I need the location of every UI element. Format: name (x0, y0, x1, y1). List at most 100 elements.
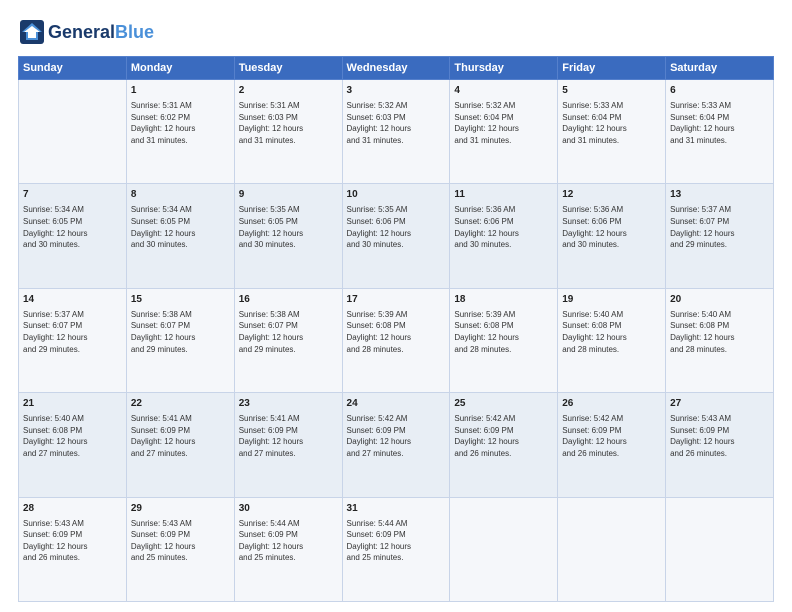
day-number: 31 (347, 502, 446, 516)
calendar-cell: 8 Sunrise: 5:34 AMSunset: 6:05 PMDaylight… (126, 184, 234, 288)
day-number: 27 (670, 397, 769, 411)
col-header-wednesday: Wednesday (342, 57, 450, 80)
day-info: Sunrise: 5:40 AMSunset: 6:08 PMDaylight:… (23, 413, 122, 459)
calendar-cell: 30 Sunrise: 5:44 AMSunset: 6:09 PMDayligh… (234, 497, 342, 601)
header-row: SundayMondayTuesdayWednesdayThursdayFrid… (19, 57, 774, 80)
header: GeneralBlue (18, 18, 774, 46)
day-info: Sunrise: 5:42 AMSunset: 6:09 PMDaylight:… (347, 413, 446, 459)
calendar-cell: 29Sunrise: 5:43 AMSunset: 6:09 PMDayligh… (126, 497, 234, 601)
week-row-5: 28 Sunrise: 5:43 AMSunset: 6:09 PMDayligh… (19, 497, 774, 601)
day-info: Sunrise: 5:34 AMSunset: 6:05 PMDaylight:… (23, 204, 122, 250)
day-number: 14 (23, 293, 122, 307)
day-info: Sunrise: 5:32 AMSunset: 6:04 PMDaylight:… (454, 100, 553, 146)
calendar-cell: 3 Sunrise: 5:32 AMSunset: 6:03 PMDaylight… (342, 80, 450, 184)
calendar-cell: 25 Sunrise: 5:42 AMSunset: 6:09 PMDayligh… (450, 393, 558, 497)
day-number: 19 (562, 293, 661, 307)
calendar-cell: 22 Sunrise: 5:41 AMSunset: 6:09 PMDayligh… (126, 393, 234, 497)
day-number: 26 (562, 397, 661, 411)
day-number: 29 (131, 502, 230, 516)
calendar-cell: 2 Sunrise: 5:31 AMSunset: 6:03 PMDaylight… (234, 80, 342, 184)
calendar-cell: 23Sunrise: 5:41 AMSunset: 6:09 PMDayligh… (234, 393, 342, 497)
calendar-cell (450, 497, 558, 601)
day-number: 8 (131, 188, 230, 202)
day-info: Sunrise: 5:43 AMSunset: 6:09 PMDaylight:… (23, 518, 122, 564)
col-header-sunday: Sunday (19, 57, 127, 80)
day-info: Sunrise: 5:37 AMSunset: 6:07 PMDaylight:… (23, 309, 122, 355)
week-row-1: 1Sunrise: 5:31 AMSunset: 6:02 PMDaylight… (19, 80, 774, 184)
day-number: 5 (562, 84, 661, 98)
day-info: Sunrise: 5:36 AMSunset: 6:06 PMDaylight:… (562, 204, 661, 250)
calendar-cell (666, 497, 774, 601)
day-number: 25 (454, 397, 553, 411)
day-info: Sunrise: 5:36 AMSunset: 6:06 PMDaylight:… (454, 204, 553, 250)
calendar-cell: 19 Sunrise: 5:40 AMSunset: 6:08 PMDayligh… (558, 288, 666, 392)
day-number: 9 (239, 188, 338, 202)
col-header-friday: Friday (558, 57, 666, 80)
day-info: Sunrise: 5:33 AMSunset: 6:04 PMDaylight:… (562, 100, 661, 146)
calendar-cell: 17 Sunrise: 5:39 AMSunset: 6:08 PMDayligh… (342, 288, 450, 392)
calendar-table: SundayMondayTuesdayWednesdayThursdayFrid… (18, 56, 774, 602)
day-number: 16 (239, 293, 338, 307)
day-number: 3 (347, 84, 446, 98)
day-info: Sunrise: 5:44 AMSunset: 6:09 PMDaylight:… (347, 518, 446, 564)
day-number: 1 (131, 84, 230, 98)
day-info: Sunrise: 5:38 AMSunset: 6:07 PMDaylight:… (239, 309, 338, 355)
calendar-cell: 18Sunrise: 5:39 AMSunset: 6:08 PMDayligh… (450, 288, 558, 392)
calendar-cell: 4 Sunrise: 5:32 AMSunset: 6:04 PMDaylight… (450, 80, 558, 184)
calendar-cell: 24 Sunrise: 5:42 AMSunset: 6:09 PMDayligh… (342, 393, 450, 497)
calendar-cell: 26Sunrise: 5:42 AMSunset: 6:09 PMDayligh… (558, 393, 666, 497)
day-info: Sunrise: 5:41 AMSunset: 6:09 PMDaylight:… (131, 413, 230, 459)
calendar-cell: 1Sunrise: 5:31 AMSunset: 6:02 PMDaylight… (126, 80, 234, 184)
logo: GeneralBlue (18, 18, 154, 46)
day-number: 30 (239, 502, 338, 516)
calendar-cell: 9 Sunrise: 5:35 AMSunset: 6:05 PMDaylight… (234, 184, 342, 288)
day-number: 24 (347, 397, 446, 411)
calendar-cell: 13 Sunrise: 5:37 AMSunset: 6:07 PMDayligh… (666, 184, 774, 288)
day-number: 7 (23, 188, 122, 202)
day-number: 6 (670, 84, 769, 98)
day-number: 12 (562, 188, 661, 202)
calendar-cell: 20 Sunrise: 5:40 AMSunset: 6:08 PMDayligh… (666, 288, 774, 392)
week-row-3: 14 Sunrise: 5:37 AMSunset: 6:07 PMDayligh… (19, 288, 774, 392)
day-number: 2 (239, 84, 338, 98)
calendar-cell (558, 497, 666, 601)
day-info: Sunrise: 5:35 AMSunset: 6:05 PMDaylight:… (239, 204, 338, 250)
col-header-thursday: Thursday (450, 57, 558, 80)
col-header-saturday: Saturday (666, 57, 774, 80)
day-number: 20 (670, 293, 769, 307)
calendar-cell: 11 Sunrise: 5:36 AMSunset: 6:06 PMDayligh… (450, 184, 558, 288)
calendar-cell: 14 Sunrise: 5:37 AMSunset: 6:07 PMDayligh… (19, 288, 127, 392)
calendar-cell: 16 Sunrise: 5:38 AMSunset: 6:07 PMDayligh… (234, 288, 342, 392)
day-number: 13 (670, 188, 769, 202)
calendar-cell: 6 Sunrise: 5:33 AMSunset: 6:04 PMDaylight… (666, 80, 774, 184)
calendar-cell: 7 Sunrise: 5:34 AMSunset: 6:05 PMDaylight… (19, 184, 127, 288)
calendar-cell: 5 Sunrise: 5:33 AMSunset: 6:04 PMDaylight… (558, 80, 666, 184)
day-number: 28 (23, 502, 122, 516)
day-info: Sunrise: 5:37 AMSunset: 6:07 PMDaylight:… (670, 204, 769, 250)
day-info: Sunrise: 5:39 AMSunset: 6:08 PMDaylight:… (347, 309, 446, 355)
day-number: 17 (347, 293, 446, 307)
day-info: Sunrise: 5:31 AMSunset: 6:03 PMDaylight:… (239, 100, 338, 146)
day-info: Sunrise: 5:32 AMSunset: 6:03 PMDaylight:… (347, 100, 446, 146)
col-header-tuesday: Tuesday (234, 57, 342, 80)
day-info: Sunrise: 5:35 AMSunset: 6:06 PMDaylight:… (347, 204, 446, 250)
day-number: 22 (131, 397, 230, 411)
logo-icon (18, 18, 46, 46)
day-info: Sunrise: 5:40 AMSunset: 6:08 PMDaylight:… (670, 309, 769, 355)
logo-general: GeneralBlue (48, 23, 154, 41)
day-info: Sunrise: 5:42 AMSunset: 6:09 PMDaylight:… (454, 413, 553, 459)
calendar-cell: 10Sunrise: 5:35 AMSunset: 6:06 PMDayligh… (342, 184, 450, 288)
day-number: 11 (454, 188, 553, 202)
day-number: 4 (454, 84, 553, 98)
page: GeneralBlue SundayMondayTuesdayWednesday… (0, 0, 792, 612)
calendar-cell: 27Sunrise: 5:43 AMSunset: 6:09 PMDayligh… (666, 393, 774, 497)
day-number: 21 (23, 397, 122, 411)
day-info: Sunrise: 5:33 AMSunset: 6:04 PMDaylight:… (670, 100, 769, 146)
calendar-cell (19, 80, 127, 184)
col-header-monday: Monday (126, 57, 234, 80)
calendar-cell: 21 Sunrise: 5:40 AMSunset: 6:08 PMDayligh… (19, 393, 127, 497)
day-number: 23 (239, 397, 338, 411)
day-info: Sunrise: 5:44 AMSunset: 6:09 PMDaylight:… (239, 518, 338, 564)
day-info: Sunrise: 5:40 AMSunset: 6:08 PMDaylight:… (562, 309, 661, 355)
day-info: Sunrise: 5:34 AMSunset: 6:05 PMDaylight:… (131, 204, 230, 250)
